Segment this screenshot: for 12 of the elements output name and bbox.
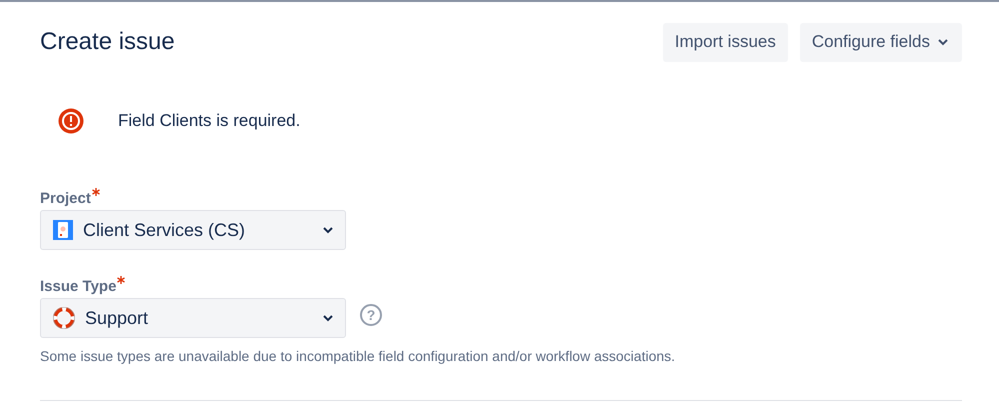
field-label: Issue Type [40, 278, 116, 295]
lifebuoy-icon [53, 307, 75, 329]
field-label: Project [40, 190, 91, 207]
dialog-title: Create issue [40, 28, 175, 56]
import-button[interactable]: Import issues [662, 22, 788, 62]
project-icon [53, 220, 73, 240]
help-text: Some issue types are unavailable due to incompatible field configuration and/or workflow associations. [40, 348, 676, 364]
select-field[interactable]: Client Services (CS) [40, 210, 346, 250]
error-message: Field Clients is required. [118, 111, 300, 131]
error-icon [58, 108, 84, 134]
select-field[interactable]: Support [40, 298, 346, 338]
configure-dropdown[interactable]: Configure fields [800, 22, 962, 62]
